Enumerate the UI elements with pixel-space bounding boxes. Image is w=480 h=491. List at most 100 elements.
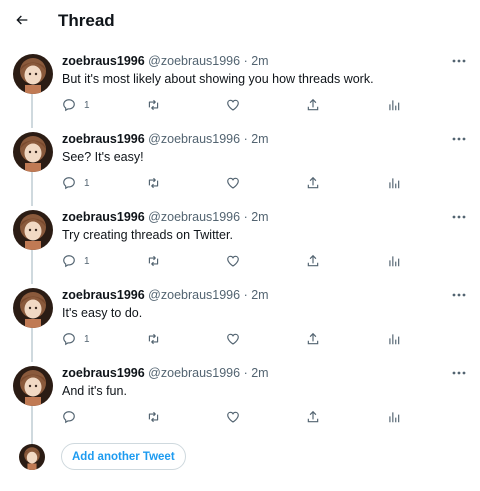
like-button[interactable]: [226, 175, 240, 191]
avatar[interactable]: [13, 132, 53, 172]
like-button[interactable]: [226, 97, 240, 113]
like-button[interactable]: [226, 253, 240, 269]
retweet-button[interactable]: [146, 331, 161, 347]
retweet-button[interactable]: [146, 175, 161, 191]
share-icon: [306, 254, 320, 268]
share-button[interactable]: [306, 331, 320, 347]
tweet-text: But it's most likely about showing you h…: [62, 72, 374, 86]
retweet-button[interactable]: [146, 97, 161, 113]
more-button[interactable]: [450, 212, 468, 222]
avatar[interactable]: [13, 366, 53, 406]
tweet-meta: zoebraus1996 @zoebraus1996 · 2m: [62, 210, 269, 224]
analytics-icon: [387, 98, 401, 112]
reply-icon: [62, 332, 76, 346]
more-icon: [452, 215, 466, 219]
tweet[interactable]: zoebraus1996 @zoebraus1996 · 2m See? It'…: [0, 126, 480, 204]
add-another-tweet-button[interactable]: Add another Tweet: [61, 443, 186, 470]
like-button[interactable]: [226, 409, 240, 425]
more-icon: [452, 293, 466, 297]
like-icon: [226, 98, 240, 112]
reply-count: 1: [84, 99, 90, 111]
analytics-button[interactable]: [387, 175, 401, 191]
tweet-time[interactable]: 2m: [251, 210, 268, 224]
avatar[interactable]: [13, 54, 53, 94]
more-button[interactable]: [450, 56, 468, 66]
analytics-button[interactable]: [387, 331, 401, 347]
share-button[interactable]: [306, 97, 320, 113]
tweet[interactable]: zoebraus1996 @zoebraus1996 · 2m But it's…: [0, 48, 480, 126]
analytics-icon: [387, 332, 401, 346]
meta-separator: ·: [243, 54, 248, 68]
like-button[interactable]: [226, 331, 240, 347]
retweet-icon: [146, 98, 161, 112]
author-handle[interactable]: @zoebraus1996: [148, 288, 240, 302]
share-button[interactable]: [306, 253, 320, 269]
like-icon: [226, 410, 240, 424]
reply-button[interactable]: [62, 409, 84, 425]
analytics-icon: [387, 176, 401, 190]
reply-button[interactable]: 1: [62, 175, 90, 191]
avatar[interactable]: [13, 288, 53, 328]
tweet-meta: zoebraus1996 @zoebraus1996 · 2m: [62, 366, 269, 380]
author-handle[interactable]: @zoebraus1996: [148, 132, 240, 146]
tweet-text: See? It's easy!: [62, 150, 144, 164]
author-name[interactable]: zoebraus1996: [62, 54, 145, 68]
analytics-button[interactable]: [387, 253, 401, 269]
thread-header: Thread: [0, 0, 480, 42]
reply-button[interactable]: 1: [62, 331, 90, 347]
share-icon: [306, 98, 320, 112]
reply-icon: [62, 176, 76, 190]
share-button[interactable]: [306, 409, 320, 425]
author-name[interactable]: zoebraus1996: [62, 132, 145, 146]
reply-icon: [62, 98, 76, 112]
like-icon: [226, 254, 240, 268]
more-button[interactable]: [450, 134, 468, 144]
reply-count: 1: [84, 177, 90, 189]
tweet-time[interactable]: 2m: [251, 366, 268, 380]
reply-button[interactable]: 1: [62, 253, 90, 269]
more-icon: [452, 371, 466, 375]
author-handle[interactable]: @zoebraus1996: [148, 210, 240, 224]
share-icon: [306, 332, 320, 346]
tweet-time[interactable]: 2m: [251, 288, 268, 302]
share-button[interactable]: [306, 175, 320, 191]
author-name[interactable]: zoebraus1996: [62, 288, 145, 302]
tweet-text: It's easy to do.: [62, 306, 143, 320]
author-handle[interactable]: @zoebraus1996: [148, 54, 240, 68]
author-name[interactable]: zoebraus1996: [62, 366, 145, 380]
meta-separator: ·: [243, 132, 248, 146]
retweet-button[interactable]: [146, 253, 161, 269]
meta-separator: ·: [243, 210, 248, 224]
retweet-icon: [146, 332, 161, 346]
like-icon: [226, 332, 240, 346]
author-name[interactable]: zoebraus1996: [62, 210, 145, 224]
tweet-text: And it's fun.: [62, 384, 127, 398]
retweet-icon: [146, 254, 161, 268]
more-button[interactable]: [450, 290, 468, 300]
reply-count: 1: [84, 255, 90, 267]
tweet-meta: zoebraus1996 @zoebraus1996 · 2m: [62, 288, 269, 302]
tweet-time[interactable]: 2m: [251, 132, 268, 146]
tweet-time[interactable]: 2m: [251, 54, 268, 68]
analytics-button[interactable]: [387, 97, 401, 113]
tweet[interactable]: zoebraus1996 @zoebraus1996 · 2m And it's…: [0, 360, 480, 438]
more-button[interactable]: [450, 368, 468, 378]
more-icon: [452, 137, 466, 141]
add-tweet-row: Add another Tweet: [0, 440, 480, 472]
reply-icon: [62, 254, 76, 268]
author-handle[interactable]: @zoebraus1996: [148, 366, 240, 380]
tweet-meta: zoebraus1996 @zoebraus1996 · 2m: [62, 54, 269, 68]
reply-button[interactable]: 1: [62, 97, 90, 113]
retweet-icon: [146, 410, 161, 424]
share-icon: [306, 176, 320, 190]
tweet[interactable]: zoebraus1996 @zoebraus1996 · 2m Try crea…: [0, 204, 480, 282]
arrow-left-icon: [14, 12, 30, 28]
avatar[interactable]: [13, 210, 53, 250]
back-button[interactable]: [11, 9, 33, 31]
analytics-button[interactable]: [387, 409, 401, 425]
meta-separator: ·: [243, 366, 248, 380]
tweet[interactable]: zoebraus1996 @zoebraus1996 · 2m It's eas…: [0, 282, 480, 360]
more-icon: [452, 59, 466, 63]
reply-count: 1: [84, 333, 90, 345]
retweet-button[interactable]: [146, 409, 161, 425]
